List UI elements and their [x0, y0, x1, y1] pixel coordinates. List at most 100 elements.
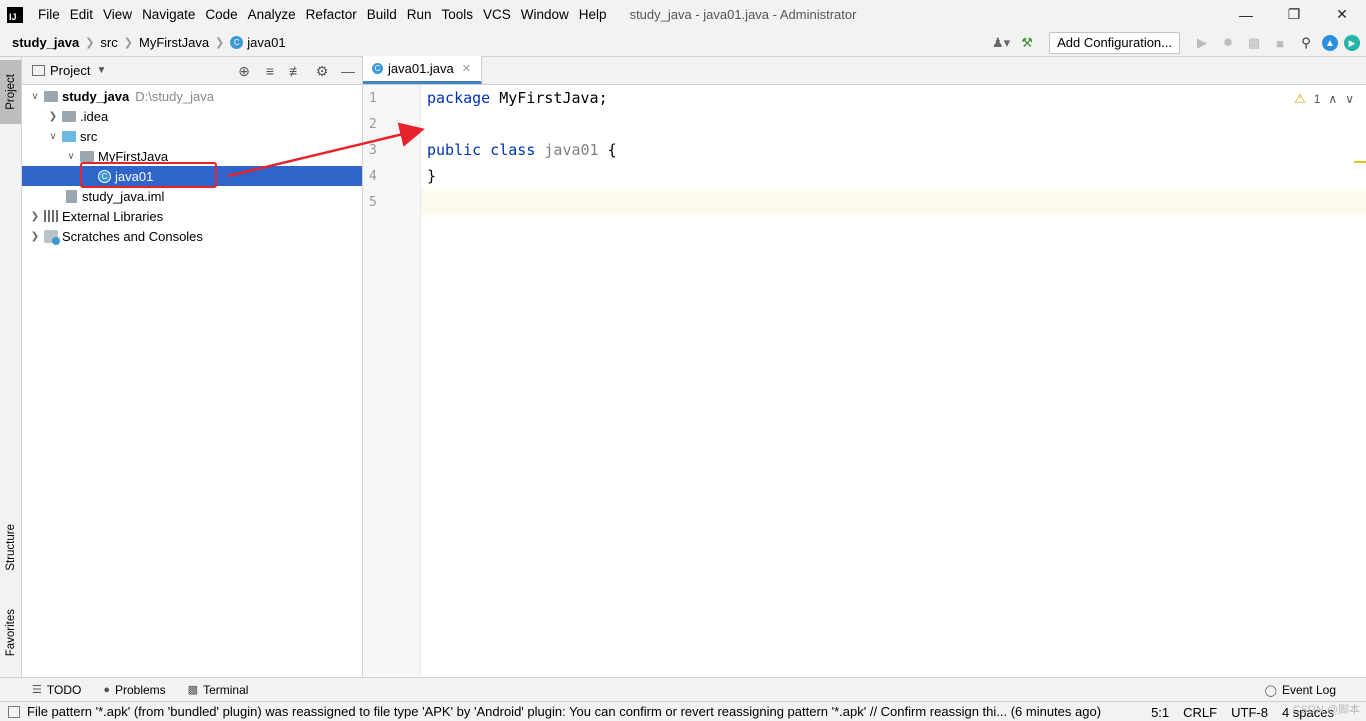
chevron-down-icon[interactable]: ∨ — [62, 151, 80, 162]
event-log-icon: ◯ — [1264, 684, 1277, 697]
window-title: study_java - java01.java - Administrator — [629, 7, 857, 22]
menu-code[interactable]: Code — [200, 0, 242, 29]
menu-file[interactable]: File — [33, 0, 65, 29]
file-encoding[interactable]: UTF-8 — [1231, 705, 1268, 720]
scratches-icon — [44, 229, 60, 245]
project-panel-header: Project ▼ ⊕ ≡ ≢ ⚙ — — [22, 57, 362, 85]
locate-icon[interactable]: ⊕ — [234, 61, 254, 81]
collapse-all-icon[interactable]: ≢ — [286, 61, 306, 81]
chevron-down-icon[interactable]: ∨ — [44, 131, 62, 142]
menu-view[interactable]: View — [98, 0, 137, 29]
chevron-down-icon[interactable]: ▼ — [96, 65, 106, 76]
line-number-gutter: 1 2 3 4 5 — [363, 85, 421, 676]
inspection-count: 1 — [1313, 92, 1321, 106]
chevron-up-icon[interactable]: ∧ — [1328, 92, 1337, 106]
tree-item-idea[interactable]: ❯ .idea — [22, 106, 362, 126]
tree-item-package[interactable]: ∨ MyFirstJava — [22, 146, 362, 166]
code-with-me-icon[interactable]: ▶ — [1344, 35, 1360, 51]
menu-vcs[interactable]: VCS — [478, 0, 516, 29]
tool-tab-project[interactable]: Project — [0, 60, 21, 124]
gear-icon[interactable]: ⚙ — [312, 61, 332, 81]
todo-label: TODO — [46, 682, 82, 697]
tree-item-external-libraries[interactable]: ❯ External Libraries — [22, 206, 362, 226]
line-number: 5 — [369, 195, 377, 210]
run-icon[interactable]: ▶ — [1192, 33, 1212, 53]
keyword-public-class: public class — [427, 141, 536, 159]
project-panel-title[interactable]: Project — [50, 63, 90, 78]
breadcrumb-class[interactable]: C java01 — [226, 35, 289, 50]
caret-position[interactable]: 5:1 — [1151, 705, 1169, 720]
status-toggle-icon[interactable] — [8, 705, 20, 718]
stop-icon[interactable]: ■ — [1270, 33, 1290, 53]
problems-icon: ● — [103, 683, 110, 696]
source-folder-icon — [62, 130, 76, 142]
event-log-label: Event Log — [1281, 683, 1336, 697]
tool-tab-structure[interactable]: Structure — [0, 512, 21, 582]
intellij-logo: IJ — [7, 6, 23, 23]
editor-tab-label: java01.java — [388, 61, 454, 76]
line-separator[interactable]: CRLF — [1183, 705, 1217, 720]
chevron-down-icon[interactable]: ∨ — [1345, 92, 1354, 106]
minimize-icon[interactable]: — — [1222, 0, 1270, 29]
code-line-4: } — [427, 167, 437, 185]
warning-icon: ⚠ — [1294, 91, 1306, 106]
todo-tool-button[interactable]: ☰ TODO — [32, 683, 81, 697]
project-view-icon — [32, 65, 45, 76]
status-message[interactable]: File pattern '*.apk' (from 'bundled' plu… — [27, 704, 1137, 719]
warning-marker[interactable] — [1354, 161, 1366, 163]
build-hammer-icon[interactable]: ⚒ — [1017, 33, 1037, 53]
watermark: CSDN @脚本 — [1292, 704, 1360, 716]
expand-all-icon[interactable]: ≡ — [260, 61, 280, 81]
chevron-right-icon[interactable]: ❯ — [26, 231, 44, 242]
problems-tool-button[interactable]: ● Problems — [103, 683, 165, 697]
hide-icon[interactable]: — — [338, 61, 358, 81]
editor-tab-java01[interactable]: C java01.java ✕ — [363, 56, 482, 84]
user-icon[interactable]: ♟▾ — [991, 33, 1011, 53]
terminal-tool-button[interactable]: ▩ Terminal — [188, 683, 249, 697]
project-tree: ∨ study_java D:\study_java ❯ .idea ∨ src… — [22, 85, 362, 246]
breadcrumb-src[interactable]: src — [96, 35, 121, 50]
chevron-right-icon[interactable]: ❯ — [44, 111, 62, 122]
menu-tools[interactable]: Tools — [437, 0, 479, 29]
tree-item-java01[interactable]: C java01 — [22, 166, 362, 186]
breadcrumb-project[interactable]: study_java — [0, 35, 83, 50]
update-icon[interactable]: ▲ — [1322, 35, 1338, 51]
menu-navigate[interactable]: Navigate — [137, 0, 200, 29]
editor-tab-bar: C java01.java ✕ — [363, 56, 1366, 85]
navigation-bar: study_java ❯ src ❯ MyFirstJava ❯ C java0… — [0, 29, 1366, 57]
menu-build[interactable]: Build — [362, 0, 402, 29]
close-icon[interactable]: ✕ — [462, 62, 471, 75]
breadcrumb-package[interactable]: MyFirstJava — [135, 35, 213, 50]
keyword-package: package — [427, 89, 491, 107]
tree-item-iml[interactable]: study_java.iml — [22, 186, 362, 206]
menu-refactor[interactable]: Refactor — [301, 0, 362, 29]
menu-help[interactable]: Help — [574, 0, 612, 29]
tree-item-scratches[interactable]: ❯ Scratches and Consoles — [22, 226, 362, 246]
add-configuration-button[interactable]: Add Configuration... — [1049, 32, 1180, 54]
close-icon[interactable]: ✕ — [1318, 0, 1366, 29]
package-name: MyFirstJava; — [490, 89, 608, 107]
chevron-right-icon[interactable]: ❯ — [26, 211, 44, 222]
debug-icon[interactable]: ✹ — [1218, 33, 1238, 53]
search-icon[interactable]: ⚲ — [1296, 33, 1316, 53]
project-panel-actions: ⊕ ≡ ≢ ⚙ — — [234, 57, 358, 85]
menu-run[interactable]: Run — [402, 0, 437, 29]
tree-item-src[interactable]: ∨ src — [22, 126, 362, 146]
main-toolbar: ♟▾ ⚒ Add Configuration... ▶ ✹ ▩ ■ ⚲ ▲ ▶ — [991, 29, 1360, 57]
event-log-tool-button[interactable]: ◯ Event Log — [1265, 678, 1336, 702]
terminal-label: Terminal — [203, 682, 249, 697]
coverage-icon[interactable]: ▩ — [1244, 33, 1264, 53]
breadcrumb-separator-icon: ❯ — [85, 37, 95, 49]
code-area[interactable]: 1 2 3 4 5 package MyFirstJava; public cl… — [363, 85, 1366, 676]
menu-window[interactable]: Window — [516, 0, 574, 29]
chevron-down-icon[interactable]: ∨ — [26, 91, 44, 102]
tree-src-label: src — [80, 128, 98, 144]
inspection-widget[interactable]: ⚠ 1 ∧ ∨ — [1294, 91, 1354, 107]
tree-root-path: D:\study_java — [135, 88, 214, 104]
restore-icon[interactable]: ❐ — [1270, 0, 1318, 29]
tool-tab-favorites[interactable]: Favorites — [0, 597, 21, 669]
menu-analyze[interactable]: Analyze — [243, 0, 301, 29]
class-icon: C — [98, 169, 111, 183]
menu-edit[interactable]: Edit — [65, 0, 98, 29]
tree-item-root[interactable]: ∨ study_java D:\study_java — [22, 86, 362, 106]
